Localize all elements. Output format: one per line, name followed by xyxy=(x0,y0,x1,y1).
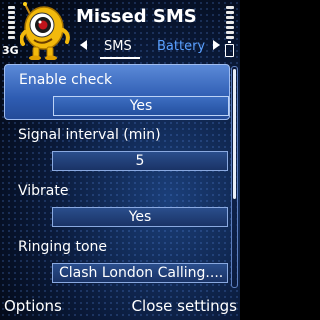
setting-label: Enable check xyxy=(19,72,113,88)
setting-value[interactable]: Clash London Calling.... xyxy=(52,263,228,283)
battery-level-bars-icon xyxy=(226,6,234,40)
screen: 3G Missed SMS SMS Battery Enable check Y… xyxy=(0,0,240,320)
arrow-right-icon[interactable] xyxy=(213,40,220,50)
softkey-bar: Options Close settings xyxy=(0,292,240,320)
battery-indicator xyxy=(223,6,237,58)
setting-label: Vibrate xyxy=(18,183,69,199)
setting-ringing-tone[interactable]: Ringing tone Clash London Calling.... xyxy=(4,232,230,288)
setting-label: Signal interval (min) xyxy=(18,127,161,143)
setting-signal-interval[interactable]: Signal interval (min) 5 xyxy=(4,120,230,176)
app-logo-icon xyxy=(19,2,72,61)
signal-bars-icon xyxy=(8,6,16,40)
setting-value[interactable]: Yes xyxy=(53,96,229,116)
network-type: 3G xyxy=(2,44,19,57)
close-settings-softkey[interactable]: Close settings xyxy=(132,297,237,315)
setting-label: Ringing tone xyxy=(18,239,108,255)
scrollbar[interactable] xyxy=(231,66,238,288)
setting-value[interactable]: 5 xyxy=(52,151,228,171)
signal-indicator: 3G xyxy=(2,6,19,58)
setting-enable-check[interactable]: Enable check Yes xyxy=(4,64,230,120)
setting-value[interactable]: Yes xyxy=(52,207,228,227)
battery-icon xyxy=(225,41,234,57)
setting-vibrate[interactable]: Vibrate Yes xyxy=(4,176,230,232)
header: 3G Missed SMS SMS Battery xyxy=(0,0,240,62)
options-softkey[interactable]: Options xyxy=(4,297,62,315)
arrow-left-icon[interactable] xyxy=(80,40,87,50)
active-tab-indicator xyxy=(100,57,140,59)
tab-sms[interactable]: SMS xyxy=(104,39,132,54)
scrollbar-thumb[interactable] xyxy=(233,69,236,199)
app-title: Missed SMS xyxy=(76,6,197,27)
tab-battery[interactable]: Battery xyxy=(157,39,205,54)
